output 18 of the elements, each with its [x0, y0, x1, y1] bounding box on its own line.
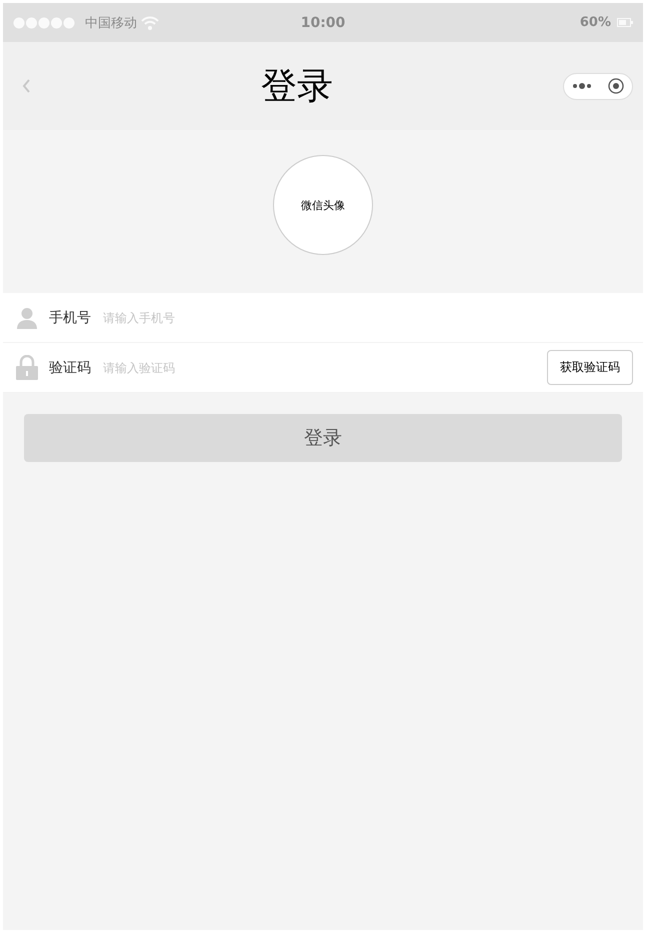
field-label: 验证码 [49, 358, 91, 376]
more-icon[interactable] [572, 83, 592, 89]
input-field[interactable]: 请输入手机号 [103, 310, 633, 324]
clock-time: 10:00 [300, 14, 346, 30]
wifi-icon [141, 16, 159, 30]
signal-icon [13, 16, 75, 28]
user-icon [16, 306, 38, 328]
avatar-label: 微信头像 [301, 198, 345, 212]
close-icon[interactable] [608, 78, 624, 94]
battery-icon [617, 18, 634, 27]
capsule-menu[interactable] [563, 72, 633, 100]
input-field[interactable]: 请输入验证码 [103, 360, 547, 374]
field-label: 手机号 [49, 308, 91, 326]
carrier-name: 中国移动 [85, 14, 137, 32]
battery-level: 60% [580, 15, 612, 30]
lock-icon [16, 355, 38, 380]
get-code-button[interactable]: 获取验证码 [547, 350, 633, 385]
page-title: 登录 [261, 64, 333, 108]
